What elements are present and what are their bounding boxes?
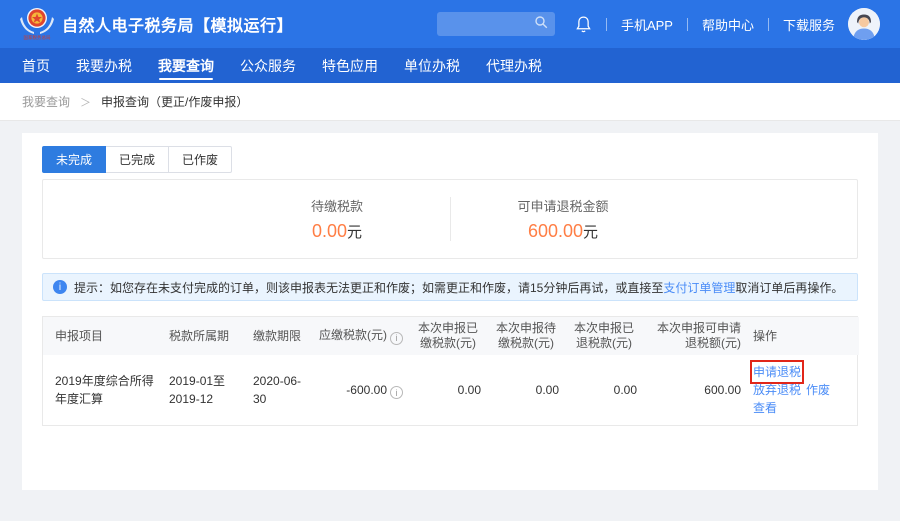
help-center-link[interactable]: 帮助中心 <box>702 15 754 34</box>
tip-bar: i 提示：如您存在未支付完成的订单，则该申报表无法更正和作废；如需更正和作废，请… <box>42 273 858 301</box>
search-input[interactable] <box>444 17 534 31</box>
nav-item-unit-tax[interactable]: 单位办税 <box>404 48 460 83</box>
summary-refundable-value: 600.00 <box>528 221 583 241</box>
table-row: 2019年度综合所得年度汇算 2019-01至2019-12 2020-06-3… <box>43 355 859 425</box>
svg-text:国家税务总局: 国家税务总局 <box>24 34 51 40</box>
nav-item-agent-tax[interactable]: 代理办税 <box>486 48 542 83</box>
nav-item-home[interactable]: 首页 <box>22 48 50 83</box>
tab-unfinished[interactable]: 未完成 <box>42 146 106 173</box>
declaration-table: 申报项目 税款所属期 缴款期限 应缴税款(元)i 本次申报已缴税款(元) 本次申… <box>42 316 858 426</box>
status-tabs: 未完成 已完成 已作废 <box>42 146 858 173</box>
col-unpaid: 本次申报待缴税款(元) <box>487 317 565 355</box>
user-avatar[interactable] <box>848 8 880 40</box>
mobile-app-link[interactable]: 手机APP <box>621 15 673 34</box>
col-refunded: 本次申报已退税款(元) <box>565 317 643 355</box>
tip-text-prefix: 提示：如您存在未支付完成的订单，则该申报表无法更正和作废；如需更正和作废，请15… <box>74 279 663 296</box>
tab-finished[interactable]: 已完成 <box>105 146 169 173</box>
void-link[interactable]: 作废 <box>806 381 830 399</box>
cell-refunded: 0.00 <box>565 355 643 425</box>
summary-tax-due-unit: 元 <box>347 224 362 241</box>
col-deadline: 缴款期限 <box>247 317 313 355</box>
header-divider <box>606 18 607 31</box>
app-title: 自然人电子税务局【模拟运行】 <box>62 12 293 36</box>
col-refundable: 本次申报可申请退税额(元) <box>643 317 747 355</box>
col-period: 税款所属期 <box>163 317 247 355</box>
top-header: 国家税务总局 自然人电子税务局【模拟运行】 手机A <box>0 0 900 48</box>
header-divider <box>768 18 769 31</box>
cell-period: 2019-01至2019-12 <box>163 355 247 425</box>
breadcrumb-current: 申报查询（更正/作废申报） <box>101 93 248 110</box>
col-operations: 操作 <box>747 317 859 355</box>
col-paid: 本次申报已缴税款(元) <box>409 317 487 355</box>
summary-tax-due: 待缴税款 0.00元 <box>225 196 450 242</box>
main-nav: 首页 我要办税 我要查询 公众服务 特色应用 单位办税 代理办税 <box>0 48 900 83</box>
content-card: 未完成 已完成 已作废 待缴税款 0.00元 可申请退税金额 600.00元 i… <box>22 133 878 490</box>
cell-refundable: 600.00 <box>643 355 747 425</box>
info-circle-icon: i <box>53 280 67 294</box>
breadcrumb-parent[interactable]: 我要查询 <box>22 93 70 110</box>
tax-bureau-emblem-icon: 国家税务总局 <box>20 4 54 45</box>
payable-value-info-icon[interactable]: i <box>390 386 403 399</box>
cell-paid: 0.00 <box>409 355 487 425</box>
search-icon[interactable] <box>534 15 548 34</box>
summary-refundable: 可申请退税金额 600.00元 <box>451 196 676 242</box>
summary-refundable-unit: 元 <box>583 224 598 241</box>
col-payable: 应缴税款(元)i <box>313 317 409 355</box>
nav-item-tax-handling[interactable]: 我要办税 <box>76 48 132 83</box>
nav-item-public-service[interactable]: 公众服务 <box>240 48 296 83</box>
col-project: 申报项目 <box>43 317 163 355</box>
abandon-refund-link[interactable]: 放弃退税 <box>753 381 801 399</box>
cell-payable: -600.00i <box>313 355 409 425</box>
header-divider <box>687 18 688 31</box>
breadcrumb-separator-icon: ＞ <box>80 94 91 110</box>
apply-refund-link[interactable]: 申请退税 <box>753 363 801 381</box>
payable-info-icon[interactable]: i <box>390 332 403 345</box>
table-header-row: 申报项目 税款所属期 缴款期限 应缴税款(元)i 本次申报已缴税款(元) 本次申… <box>43 317 859 355</box>
page: 国家税务总局 自然人电子税务局【模拟运行】 手机A <box>0 0 900 521</box>
cell-unpaid: 0.00 <box>487 355 565 425</box>
summary-box: 待缴税款 0.00元 可申请退税金额 600.00元 <box>42 179 858 259</box>
cell-project: 2019年度综合所得年度汇算 <box>43 355 163 425</box>
tab-voided[interactable]: 已作废 <box>168 146 232 173</box>
summary-refundable-label: 可申请退税金额 <box>451 196 676 215</box>
header-right: 手机APP 帮助中心 下载服务 <box>437 8 880 40</box>
cell-operations: 申请退税放弃退税作废查看 <box>747 355 859 425</box>
breadcrumb: 我要查询 ＞ 申报查询（更正/作废申报） <box>0 83 900 121</box>
tip-text-suffix: 取消订单后再操作。 <box>735 279 843 296</box>
summary-tax-due-value: 0.00 <box>312 221 347 241</box>
notification-bell-icon[interactable] <box>575 15 592 34</box>
nav-item-featured-apps[interactable]: 特色应用 <box>322 48 378 83</box>
logo: 国家税务总局 自然人电子税务局【模拟运行】 <box>20 4 293 45</box>
summary-tax-due-label: 待缴税款 <box>225 196 450 215</box>
cell-deadline: 2020-06-30 <box>247 355 313 425</box>
view-link[interactable]: 查看 <box>753 399 777 417</box>
payment-order-management-link[interactable]: 支付订单管理 <box>663 279 735 296</box>
download-service-link[interactable]: 下载服务 <box>783 15 835 34</box>
nav-item-query[interactable]: 我要查询 <box>158 48 214 83</box>
search-box[interactable] <box>437 12 555 36</box>
